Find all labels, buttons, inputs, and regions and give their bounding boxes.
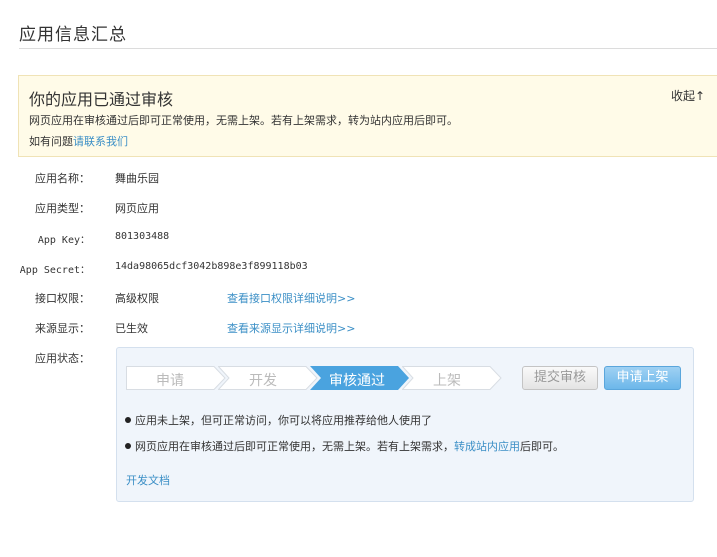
app-secret-value: 14da98065dcf3042b898e3f899118b03: [115, 261, 308, 272]
app-secret-label: App Secret：: [19, 265, 90, 276]
step-apply-label: 申请: [156, 373, 184, 389]
status-note-1-text: 应用未上架，但可正常访问，你可以将应用推荐给他人使用了: [135, 414, 432, 427]
status-note-2: 网页应用在审核通过后即可正常使用，无需上架。若有上架需求，转成站内应用后即可。: [125, 438, 564, 454]
step-publish-label: 上架: [433, 373, 461, 389]
bullet-icon: [125, 443, 131, 449]
convert-to-internal-app-link[interactable]: 转成站内应用: [454, 440, 520, 453]
app-status-label: 应用状态：: [35, 352, 90, 365]
step-apply: 申请: [126, 366, 226, 390]
source-display-detail-link[interactable]: 查看来源显示详细说明>>: [227, 320, 355, 336]
notice-title: 你的应用已通过审核: [29, 90, 174, 109]
app-type-label: 应用类型：: [35, 202, 90, 215]
app-name-value: 舞曲乐园: [115, 172, 159, 185]
api-permission-label: 接口权限：: [35, 292, 90, 305]
collapse-toggle[interactable]: 收起↑: [671, 87, 705, 104]
api-permission-detail-link[interactable]: 查看接口权限详细说明>>: [227, 290, 355, 306]
app-status-panel: 申请 开发 审核通过 上架 提交审核 申请上架 应用未上架，但可正常访问，你可以…: [116, 347, 694, 502]
source-display-label: 来源显示：: [35, 322, 90, 335]
submit-review-button[interactable]: 提交审核: [522, 366, 598, 390]
apply-publish-button[interactable]: 申请上架: [604, 366, 681, 390]
step-develop: 开发: [218, 366, 318, 390]
notice-message: 网页应用在审核通过后即可正常使用，无需上架。若有上架需求，转为站内应用后即可。: [29, 114, 458, 127]
notice-contact-prefix: 如有问题: [29, 135, 73, 148]
status-note-1: 应用未上架，但可正常访问，你可以将应用推荐给他人使用了: [125, 412, 432, 428]
notice-contact: 如有问题请联系我们: [29, 133, 128, 149]
status-note-2-suffix: 后即可。: [520, 440, 564, 453]
developer-docs-link[interactable]: 开发文档: [126, 472, 170, 488]
api-permission-value: 高级权限: [115, 292, 159, 305]
source-display-value: 已生效: [115, 322, 148, 335]
approval-notice: 你的应用已通过审核 收起↑ 网页应用在审核通过后即可正常使用，无需上架。若有上架…: [18, 75, 717, 157]
step-publish: 上架: [402, 366, 502, 390]
bullet-icon: [125, 417, 131, 423]
step-approved: 审核通过: [310, 366, 410, 390]
app-key-value: 801303488: [115, 231, 170, 242]
app-type-value: 网页应用: [115, 202, 159, 215]
app-key-label: App Key：: [37, 235, 90, 246]
step-approved-label: 审核通过: [329, 373, 385, 389]
title-divider: [19, 48, 717, 49]
contact-us-link[interactable]: 请联系我们: [73, 135, 128, 148]
app-name-label: 应用名称：: [35, 172, 90, 185]
step-develop-label: 开发: [249, 373, 277, 389]
page-title: 应用信息汇总: [19, 25, 127, 45]
status-note-2-prefix: 网页应用在审核通过后即可正常使用，无需上架。若有上架需求，: [135, 440, 454, 453]
